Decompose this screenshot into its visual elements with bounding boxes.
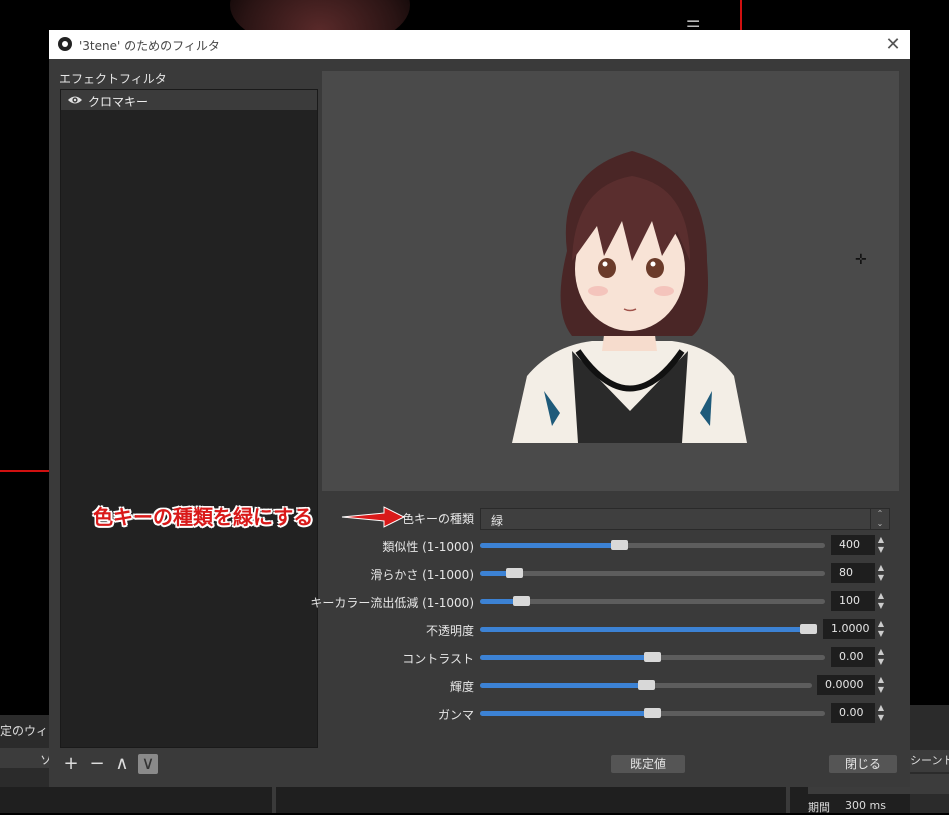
background-red-line [0,470,49,472]
slider-fill [480,543,620,548]
background-red-line [740,0,742,30]
scene-transitions-label: シーントラ [908,750,949,772]
eye-icon[interactable] [67,94,83,106]
gamma-slider[interactable] [480,708,825,718]
title-bar[interactable]: '3tene' のためのフィルタ ✕ [49,30,910,59]
brightness-label: 輝度 [449,680,474,694]
contrast-value: 0.00 [839,650,864,663]
spill-reduction-label: キーカラー流出低減 (1-1000) [310,596,474,610]
updown-chevron-icon: ⌃ ⌄ [870,509,889,529]
smoothness-value: 80 [839,566,853,579]
brightness-slider[interactable] [480,680,812,690]
move-down-button[interactable]: ∨ [138,754,158,774]
slider-handle[interactable] [638,680,655,690]
crosshair-cursor-icon: ✛ [855,252,867,268]
slider-fill [480,655,653,660]
dialog-title: '3tene' のためのフィルタ [79,39,220,53]
opacity-slider[interactable] [480,624,817,634]
contrast-label: コントラスト [402,652,474,666]
gamma-label: ガンマ [437,708,474,722]
slider-fill [480,683,647,688]
annotation-callout: 色キーの種類を緑にする [93,505,314,529]
gamma-value: 0.00 [839,706,864,719]
color-key-type-value: 緑 [491,514,504,528]
period-value[interactable]: 300 ms [845,799,886,812]
close-button[interactable]: 閉じる [829,755,897,773]
add-filter-button[interactable]: + [61,754,81,774]
contrast-spinbox[interactable]: 0.00 [831,647,875,667]
filters-dialog: '3tene' のためのフィルタ ✕ エフェクトフィルタ クロマキー + − ∧… [49,30,910,787]
spill-reduction-spinbox[interactable]: 100 [831,591,875,611]
slider-handle[interactable] [513,596,530,606]
similarity-label: 類似性 (1-1000) [382,540,474,554]
background-docks [0,787,949,813]
background-mixer-icon: ⚌ [686,12,701,31]
remove-filter-button[interactable]: − [87,754,107,774]
spill-reduction-slider[interactable] [480,596,825,606]
color-key-type-select[interactable]: 緑 ⌃ ⌄ [480,508,890,530]
slider-handle[interactable] [644,652,661,662]
brightness-spinbox[interactable]: 0.0000 [817,675,875,695]
opacity-spinbox[interactable]: 1.0000 [823,619,875,639]
avatar-preview-image [512,151,747,443]
slider-handle[interactable] [611,540,628,550]
spin-arrows-icon[interactable]: ▲ ▼ [875,675,887,695]
slider-handle[interactable] [506,568,523,578]
similarity-spinbox[interactable]: 400 [831,535,875,555]
smoothness-slider[interactable] [480,568,825,578]
annotation-arrow-icon [341,506,406,528]
background-divider[interactable] [272,787,276,813]
close-window-button[interactable]: ✕ [882,34,904,56]
smoothness-spinbox[interactable]: 80 [831,563,875,583]
spin-arrows-icon[interactable]: ▲ ▼ [875,619,887,639]
effects-filters-label: エフェクトフィルタ [59,72,167,86]
color-key-type-label: 色キーの種類 [401,512,474,526]
brightness-value: 0.0000 [825,678,864,691]
obs-logo-icon [58,37,72,51]
spin-arrows-icon[interactable]: ▲ ▼ [875,647,887,667]
slider-fill [480,711,653,716]
filter-list[interactable]: クロマキー [60,89,318,748]
move-up-button[interactable]: ∧ [112,754,132,774]
spill-reduction-value: 100 [839,594,860,607]
slider-fill [480,627,809,632]
spin-arrows-icon[interactable]: ▲ ▼ [875,535,887,555]
slider-handle[interactable] [800,624,817,634]
smoothness-label: 滑らかさ (1-1000) [370,568,474,582]
contrast-slider[interactable] [480,652,825,662]
slider-handle[interactable] [644,708,661,718]
defaults-button[interactable]: 既定値 [611,755,685,773]
gamma-spinbox[interactable]: 0.00 [831,703,875,723]
opacity-value: 1.0000 [831,622,870,635]
similarity-value: 400 [839,538,860,551]
spin-arrows-icon[interactable]: ▲ ▼ [875,703,887,723]
filter-item-label: クロマキー [88,95,149,109]
background-divider[interactable] [786,787,790,813]
similarity-slider[interactable] [480,540,825,550]
list-item[interactable]: クロマキー [61,90,317,110]
spin-arrows-icon[interactable]: ▲ ▼ [875,591,887,611]
spin-arrows-icon[interactable]: ▲ ▼ [875,563,887,583]
opacity-label: 不透明度 [425,624,474,638]
preview-area: ✛ [322,71,899,491]
